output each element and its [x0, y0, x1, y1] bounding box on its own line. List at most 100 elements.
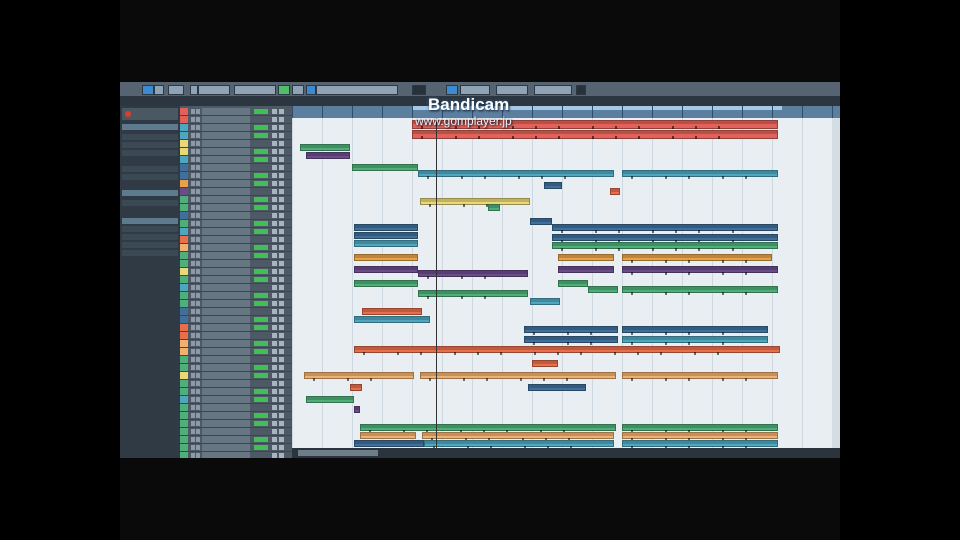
solo-button[interactable]	[196, 277, 200, 282]
track-row[interactable]	[180, 436, 292, 444]
clip-event[interactable]	[558, 266, 614, 273]
write-automation-button[interactable]	[279, 405, 284, 410]
solo-button[interactable]	[196, 205, 200, 210]
solo-button[interactable]	[196, 125, 200, 130]
read-automation-button[interactable]	[272, 141, 277, 146]
track-row[interactable]	[180, 212, 292, 220]
clip-event[interactable]	[528, 384, 586, 391]
track-name-field[interactable]	[202, 412, 250, 419]
track-name-field[interactable]	[202, 324, 250, 331]
track-row[interactable]	[180, 348, 292, 356]
track-row[interactable]	[180, 276, 292, 284]
track-name-field[interactable]	[202, 132, 250, 139]
track-row[interactable]	[180, 124, 292, 132]
mute-button[interactable]	[191, 285, 195, 290]
clip-event[interactable]	[360, 432, 416, 439]
write-automation-button[interactable]	[279, 421, 284, 426]
write-automation-button[interactable]	[279, 109, 284, 114]
write-automation-button[interactable]	[279, 141, 284, 146]
mute-button[interactable]	[191, 205, 195, 210]
write-automation-button[interactable]	[279, 317, 284, 322]
track-name-field[interactable]	[202, 380, 250, 387]
track-name-field[interactable]	[202, 268, 250, 275]
read-automation-button[interactable]	[272, 213, 277, 218]
mute-button[interactable]	[191, 453, 195, 458]
play-button[interactable]	[278, 85, 290, 95]
solo-button[interactable]	[196, 357, 200, 362]
solo-button[interactable]	[196, 413, 200, 418]
solo-button[interactable]	[196, 453, 200, 458]
quantize-select[interactable]	[460, 85, 490, 95]
clip-event[interactable]	[354, 316, 430, 323]
track-name-field[interactable]	[202, 388, 250, 395]
clip-event[interactable]	[354, 232, 418, 239]
write-automation-button[interactable]	[279, 221, 284, 226]
clip-event[interactable]	[362, 308, 422, 315]
write-automation-button[interactable]	[279, 125, 284, 130]
track-row[interactable]	[180, 388, 292, 396]
clip-event[interactable]	[300, 144, 350, 151]
track-name-field[interactable]	[202, 300, 250, 307]
read-automation-button[interactable]	[272, 109, 277, 114]
read-automation-button[interactable]	[272, 357, 277, 362]
track-name-field[interactable]	[202, 356, 250, 363]
track-row[interactable]	[180, 308, 292, 316]
track-row[interactable]	[180, 452, 292, 458]
track-row[interactable]	[180, 116, 292, 124]
solo-button[interactable]	[196, 429, 200, 434]
track-name-field[interactable]	[202, 332, 250, 339]
solo-button[interactable]	[196, 141, 200, 146]
clip-event[interactable]	[354, 266, 418, 273]
automation-mode-select[interactable]	[168, 85, 184, 95]
mute-button[interactable]	[191, 365, 195, 370]
clip-event[interactable]	[530, 298, 560, 305]
track-name-field[interactable]	[202, 108, 250, 115]
mute-button[interactable]	[191, 181, 195, 186]
track-name-field[interactable]	[202, 436, 250, 443]
clip-event[interactable]	[622, 326, 768, 335]
inspector-section-sends[interactable]	[122, 218, 178, 224]
clip-event[interactable]	[424, 440, 614, 448]
solo-button[interactable]	[196, 421, 200, 426]
solo-button[interactable]	[196, 165, 200, 170]
track-row[interactable]	[180, 188, 292, 196]
clip-event[interactable]	[418, 290, 528, 299]
inspector-input-routing[interactable]	[122, 166, 178, 172]
write-automation-button[interactable]	[279, 389, 284, 394]
mute-button[interactable]	[191, 189, 195, 194]
inspector-header[interactable]	[122, 108, 178, 120]
mute-button[interactable]	[191, 237, 195, 242]
track-name-field[interactable]	[202, 340, 250, 347]
track-name-field[interactable]	[202, 236, 250, 243]
track-row[interactable]	[180, 332, 292, 340]
mute-button[interactable]	[191, 341, 195, 346]
track-row[interactable]	[180, 244, 292, 252]
track-row[interactable]	[180, 228, 292, 236]
clip-event[interactable]	[422, 432, 614, 441]
mute-button[interactable]	[191, 165, 195, 170]
clip-event[interactable]	[488, 204, 500, 211]
track-row[interactable]	[180, 292, 292, 300]
clip-event[interactable]	[622, 170, 778, 179]
solo-button[interactable]	[196, 237, 200, 242]
clip-event[interactable]	[354, 440, 424, 447]
write-automation-button[interactable]	[279, 253, 284, 258]
track-name-field[interactable]	[202, 228, 250, 235]
track-name-field[interactable]	[202, 276, 250, 283]
mute-button[interactable]	[191, 261, 195, 266]
track-name-field[interactable]	[202, 212, 250, 219]
track-row[interactable]	[180, 260, 292, 268]
write-automation-button[interactable]	[279, 189, 284, 194]
mute-button[interactable]	[191, 349, 195, 354]
solo-button[interactable]	[196, 181, 200, 186]
inspector-section-notepad[interactable]	[122, 234, 178, 240]
grid-type-select[interactable]	[446, 85, 458, 95]
mute-button[interactable]	[191, 413, 195, 418]
solo-button[interactable]	[196, 213, 200, 218]
write-automation-button[interactable]	[279, 341, 284, 346]
mute-button[interactable]	[191, 421, 195, 426]
clip-event[interactable]	[552, 224, 778, 233]
clip-event[interactable]	[622, 440, 778, 448]
solo-button[interactable]	[196, 389, 200, 394]
track-row[interactable]	[180, 420, 292, 428]
